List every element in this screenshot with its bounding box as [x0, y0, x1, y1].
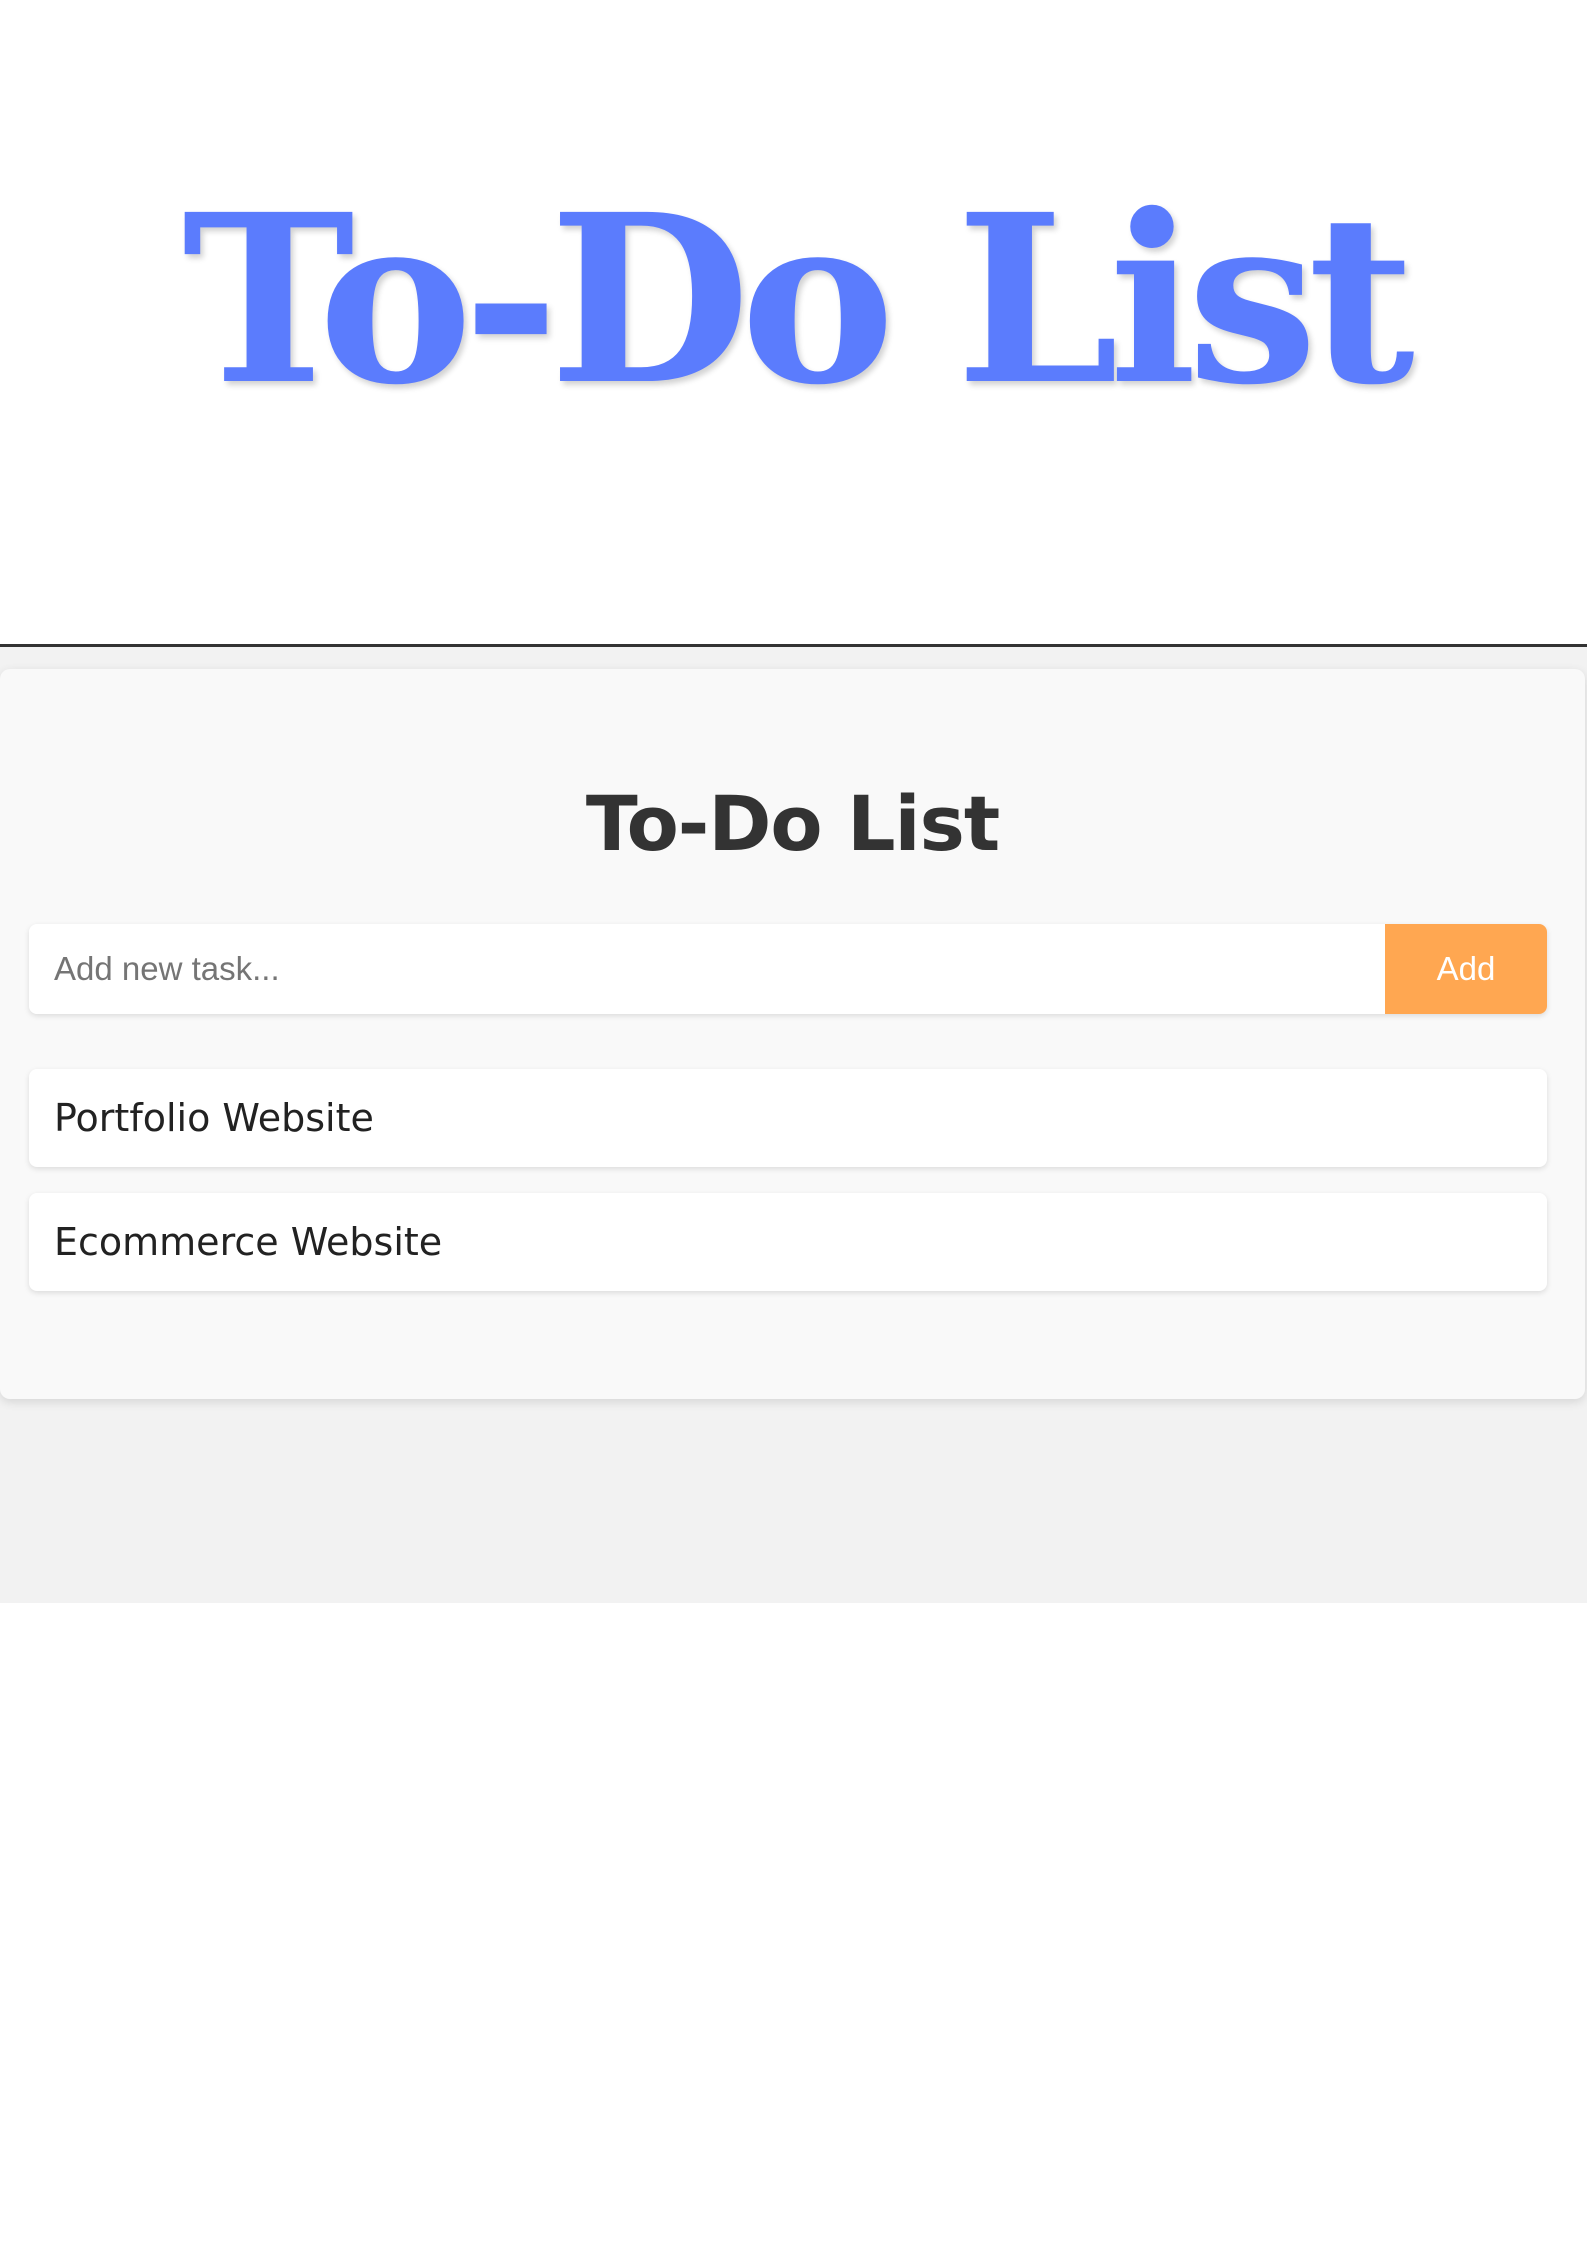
app-screenshot: To-Do List Add Portfolio Website Ecommer… — [0, 644, 1587, 1603]
hero-title: To-Do List — [182, 163, 1415, 436]
todo-card: To-Do List Add Portfolio Website Ecommer… — [0, 669, 1585, 1399]
add-task-button[interactable]: Add — [1385, 924, 1547, 1014]
task-list: Portfolio Website Ecommerce Website — [29, 1069, 1547, 1317]
page-title: To-Do List — [585, 779, 1000, 868]
task-item[interactable]: Ecommerce Website — [29, 1193, 1547, 1291]
task-item[interactable]: Portfolio Website — [29, 1069, 1547, 1167]
add-task-form: Add — [29, 924, 1547, 1014]
new-task-input[interactable] — [29, 924, 1385, 1014]
